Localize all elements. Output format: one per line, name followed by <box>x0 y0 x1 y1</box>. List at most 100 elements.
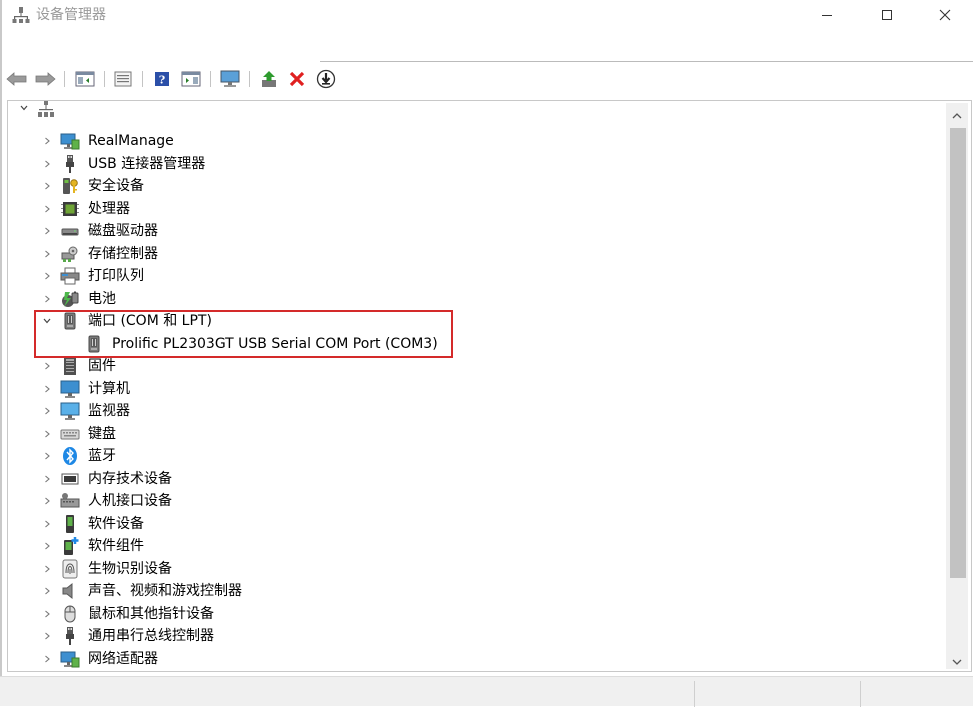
tree-item-category[interactable]: 磁盘驱动器 <box>8 220 938 242</box>
chevron-right-icon[interactable] <box>41 360 53 372</box>
tree-item-category[interactable]: 蓝牙 <box>8 445 938 467</box>
chevron-down-icon[interactable] <box>18 102 30 114</box>
maximize-button[interactable] <box>864 0 910 30</box>
memory-device-icon <box>60 469 80 489</box>
chevron-right-icon[interactable] <box>41 180 53 192</box>
printer-icon <box>60 266 80 286</box>
tree-root-computer[interactable] <box>8 101 938 119</box>
window-title: 设备管理器 <box>36 7 106 23</box>
chevron-right-icon[interactable] <box>41 585 53 597</box>
close-button[interactable] <box>922 0 968 30</box>
chevron-right-icon[interactable] <box>41 135 53 147</box>
tree-item-label: 鼠标和其他指针设备 <box>88 605 214 622</box>
network-monitor-icon <box>60 649 80 669</box>
keyboard-icon <box>60 424 80 444</box>
tree-item-label: 打印队列 <box>88 268 144 284</box>
tree-item-category[interactable]: 监视器 <box>8 400 938 422</box>
tree-item-label: 处理器 <box>88 200 130 217</box>
scroll-up-icon[interactable] <box>946 106 968 126</box>
chevron-right-icon[interactable] <box>41 630 53 642</box>
help-icon[interactable]: ? <box>151 68 173 90</box>
device-tree: RealManage USB 连接器管理器安全设备处理器磁盘驱动器存储控制器打印队… <box>7 100 972 672</box>
usb-plug-icon <box>60 626 80 646</box>
back-icon[interactable] <box>6 68 28 90</box>
toolbar-separator <box>142 71 143 87</box>
tree-item-label: 磁盘驱动器 <box>88 223 158 239</box>
tree-item-category[interactable]: 人机接口设备 <box>8 490 938 512</box>
scrollbar-thumb[interactable] <box>950 128 966 578</box>
show-hide-console-tree-icon[interactable] <box>74 68 96 90</box>
scroll-down-icon[interactable] <box>946 652 968 672</box>
tree-item-label: 人机接口设备 <box>88 493 172 509</box>
toolbar-separator <box>64 71 65 87</box>
chevron-right-icon[interactable] <box>41 405 53 417</box>
tree-item-label: 声音、视频和游戏控制器 <box>88 583 242 599</box>
toolbar-separator <box>249 71 250 87</box>
chevron-right-icon[interactable] <box>41 563 53 575</box>
properties-icon[interactable] <box>112 68 134 90</box>
show-action-pane-icon[interactable] <box>180 68 202 90</box>
minimize-icon <box>822 15 832 16</box>
toolbar-separator <box>210 71 211 87</box>
tree-item-category[interactable]: 存储控制器 <box>8 243 938 265</box>
chevron-right-icon[interactable] <box>41 608 53 620</box>
monitor-icon <box>60 401 80 421</box>
tree-item-category[interactable]: 网络适配器 <box>8 648 938 670</box>
tree-item-category[interactable]: 生物识别设备 <box>8 558 938 580</box>
chevron-right-icon[interactable] <box>41 473 53 485</box>
chevron-right-icon[interactable] <box>41 518 53 530</box>
maximize-icon <box>882 10 892 20</box>
computer-tree-icon <box>36 101 56 118</box>
tree-item-label: 软件设备 <box>88 515 144 532</box>
chevron-right-icon[interactable] <box>41 540 53 552</box>
tree-item-category[interactable]: 安全设备 <box>8 175 938 197</box>
tree-item-category[interactable]: 电池 <box>8 288 938 310</box>
tree-item-label: 键盘 <box>88 425 116 442</box>
tree-item-category[interactable]: 计算机 <box>8 378 938 400</box>
chevron-right-icon[interactable] <box>41 248 53 260</box>
tree-item-category[interactable]: 声音、视频和游戏控制器 <box>8 580 938 602</box>
tree-item-label: 网络适配器 <box>88 650 158 667</box>
toolbar-separator <box>104 71 105 87</box>
tree-item-category[interactable]: 打印队列 <box>8 265 938 287</box>
chevron-right-icon[interactable] <box>41 428 53 440</box>
tree-item-category[interactable]: RealManage <box>8 130 938 152</box>
chevron-right-icon[interactable] <box>41 653 53 665</box>
tree-item-category[interactable]: 键盘 <box>8 423 938 445</box>
chevron-right-icon[interactable] <box>41 225 53 237</box>
left-window-edge <box>0 0 2 706</box>
chevron-right-icon[interactable] <box>41 203 53 215</box>
tree-item-label: 计算机 <box>88 380 130 397</box>
tree-item-category[interactable]: 固件 <box>8 355 938 377</box>
svg-text:?: ? <box>159 74 165 87</box>
device-manager-app-icon <box>12 6 30 24</box>
tree-item-category[interactable]: 软件设备 <box>8 513 938 535</box>
hid-icon <box>60 491 80 511</box>
chevron-right-icon[interactable] <box>41 450 53 462</box>
minimize-button[interactable] <box>804 0 850 30</box>
uninstall-icon[interactable] <box>286 68 308 90</box>
chevron-right-icon[interactable] <box>41 383 53 395</box>
tree-item-category[interactable]: 内存技术设备 <box>8 468 938 490</box>
tree-item-label: 监视器 <box>88 403 130 419</box>
tree-item-category[interactable]: USB 连接器管理器 <box>8 153 938 175</box>
tree-item-label: 安全设备 <box>88 178 144 194</box>
status-bar <box>0 676 973 707</box>
software-device-icon <box>60 514 80 534</box>
chevron-right-icon[interactable] <box>41 270 53 282</box>
forward-icon[interactable] <box>34 68 56 90</box>
chevron-right-icon[interactable] <box>41 495 53 507</box>
update-driver-icon[interactable] <box>258 68 280 90</box>
chevron-right-icon[interactable] <box>41 158 53 170</box>
tree-item-category[interactable]: 鼠标和其他指针设备 <box>8 603 938 625</box>
fingerprint-icon <box>60 559 80 579</box>
security-key-icon <box>60 176 80 196</box>
software-component-icon <box>60 536 80 556</box>
computer-icon <box>60 379 80 399</box>
download-icon[interactable] <box>315 68 337 90</box>
tree-item-category[interactable]: 通用串行总线控制器 <box>8 625 938 647</box>
tree-item-category[interactable]: 处理器 <box>8 198 938 220</box>
tree-item-category[interactable]: 软件组件 <box>8 535 938 557</box>
chevron-right-icon[interactable] <box>41 293 53 305</box>
monitor-icon[interactable] <box>219 68 241 90</box>
